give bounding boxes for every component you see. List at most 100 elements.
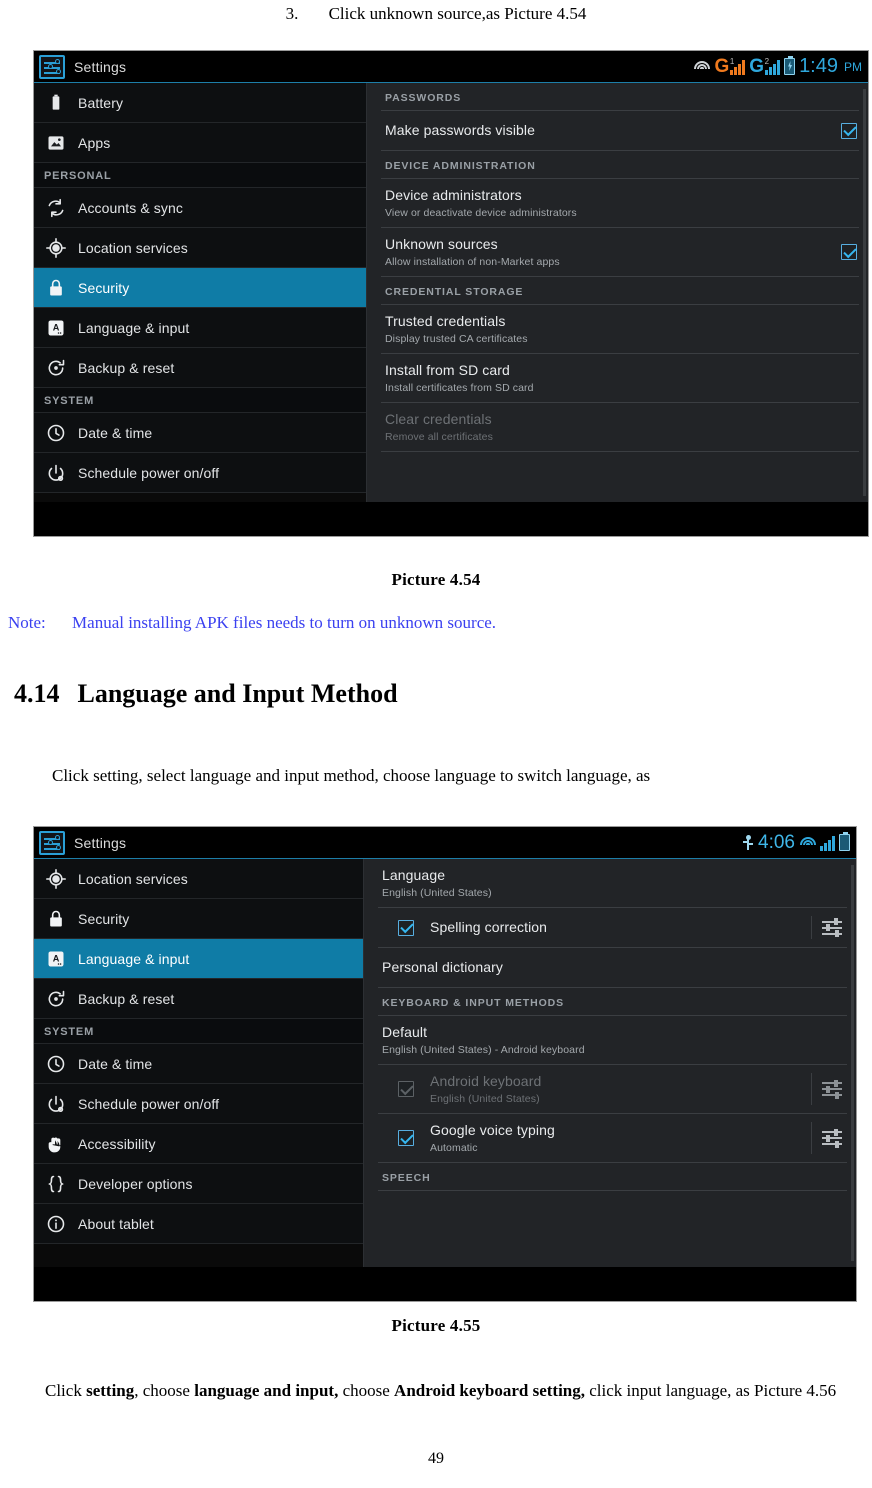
svg-text:A: A xyxy=(53,322,60,332)
wifi-icon xyxy=(799,836,816,850)
paragraph-language-intro: Click setting, select language and input… xyxy=(52,766,651,785)
language-icon: A xyxy=(44,948,68,970)
row-title: Default xyxy=(382,1024,428,1040)
android-status-bar-language: Settings 4:06 xyxy=(34,827,856,859)
row-install-from-sd-card[interactable]: Install from SD card Install certificates… xyxy=(381,354,859,403)
row-google-voice-typing[interactable]: Google voice typing Automatic xyxy=(378,1114,847,1163)
row-android-keyboard[interactable]: Android keyboard English (United States) xyxy=(378,1065,847,1114)
row-clear-credentials[interactable]: Clear credentials Remove all certificates xyxy=(381,403,859,452)
row-subtitle: Display trusted CA certificates xyxy=(385,333,528,345)
backup-icon xyxy=(44,988,68,1010)
settings-sidebar-security[interactable]: Battery Apps PERSONAL Accounts & sync Locati… xyxy=(34,83,367,502)
content-group-keyboard-input-methods: KEYBOARD & INPUT METHODS xyxy=(378,988,847,1016)
security-settings-content[interactable]: PASSWORDS Make passwords visible DEVICE AD… xyxy=(367,83,868,502)
screenshot-language-settings: Settings 4:06 Location services Security A… xyxy=(33,826,857,1302)
para2-part3: choose xyxy=(338,1381,395,1400)
sidebar-item-language-input[interactable]: A Language & input xyxy=(34,308,366,348)
android-navigation-bar[interactable] xyxy=(34,502,868,536)
sidebar-item-security[interactable]: Security xyxy=(34,899,363,939)
content-scrollbar[interactable] xyxy=(851,865,854,1261)
step-text: Click unknown source,as Picture 4.54 xyxy=(328,4,587,23)
row-texts: Android keyboard English (United States) xyxy=(430,1073,807,1105)
sidebar-item-location-services[interactable]: Location services xyxy=(34,859,363,899)
checkbox-on[interactable] xyxy=(841,244,857,260)
android-navigation-bar[interactable] xyxy=(34,1267,856,1301)
row-default[interactable]: Default English (United States) - Android… xyxy=(378,1016,847,1065)
usb-icon xyxy=(742,834,754,851)
sidebar-item-developer-options[interactable]: Developer options xyxy=(34,1164,363,1204)
battery-charging-icon xyxy=(784,56,796,75)
checkbox-on[interactable] xyxy=(398,919,414,936)
row-device-administrators[interactable]: Device administrators View or deactivate … xyxy=(381,179,859,228)
checkbox-on[interactable] xyxy=(398,1130,414,1146)
row-subtitle: English (United States) - Android keyboa… xyxy=(382,1044,585,1056)
row-title: Make passwords visible xyxy=(385,121,536,138)
sidebar-item-language-input[interactable]: A Language & input xyxy=(34,939,363,979)
sidebar-item-label: About tablet xyxy=(78,1215,154,1232)
note-label: Note: xyxy=(8,613,46,632)
row-title: Trusted credentials xyxy=(385,313,506,329)
content-group-device-administration: DEVICE ADMINISTRATION xyxy=(381,151,859,179)
row-personal-dictionary[interactable]: Personal dictionary xyxy=(378,948,847,988)
sidebar-item-security[interactable]: Security xyxy=(34,268,366,308)
signal-sup-2: 2 xyxy=(764,57,770,66)
sidebar-item-backup-reset[interactable]: Backup & reset xyxy=(34,979,363,1019)
settings-sliders-icon xyxy=(39,830,65,855)
sidebar-item-label: Battery xyxy=(78,94,124,111)
sidebar-item-accessibility[interactable]: Accessibility xyxy=(34,1124,363,1164)
content-group-speech: SPEECH xyxy=(378,1163,847,1191)
sidebar-item-location-services[interactable]: Location services xyxy=(34,228,366,268)
sidebar-item-date-time[interactable]: Date & time xyxy=(34,1044,363,1084)
settings-sidebar-language[interactable]: Location services Security A Language & inp… xyxy=(34,859,364,1267)
status-clock: 1:49 xyxy=(799,55,838,77)
clock-icon xyxy=(44,422,68,444)
para2-bold3: Android keyboard setting, xyxy=(394,1381,586,1400)
row-make-passwords-visible[interactable]: Make passwords visible xyxy=(381,111,859,151)
sidebar-item-label: Location services xyxy=(78,239,188,256)
sidebar-item-label: Security xyxy=(78,279,130,296)
para2-bold2: language and input, xyxy=(194,1381,339,1400)
row-subtitle: Allow installation of non-Market apps xyxy=(385,256,560,268)
sidebar-item-accounts-sync[interactable]: Accounts & sync xyxy=(34,188,366,228)
language-settings-content[interactable]: Language English (United States) Spelling … xyxy=(364,859,856,1267)
android-status-bar-security: Settings G 1 G 2 1:49 PM xyxy=(34,51,868,83)
sidebar-item-schedule-power-on-off[interactable]: Schedule power on/off xyxy=(34,453,366,493)
language-icon: A xyxy=(44,317,68,339)
power-icon xyxy=(44,1093,68,1115)
sidebar-item-battery[interactable]: Battery xyxy=(34,83,366,123)
row-texts: Trusted credentials Display trusted CA ce… xyxy=(385,313,857,345)
row-title: Clear credentials xyxy=(385,411,492,427)
row-subtitle: Automatic xyxy=(430,1142,478,1154)
row-language[interactable]: Language English (United States) xyxy=(378,859,847,908)
sidebar-item-date-time[interactable]: Date & time xyxy=(34,413,366,453)
sidebar-item-backup-reset[interactable]: Backup & reset xyxy=(34,348,366,388)
row-subtitle: Remove all certificates xyxy=(385,431,493,443)
checkbox-on[interactable] xyxy=(841,122,857,139)
input-settings-icon[interactable] xyxy=(822,918,842,937)
row-unknown-sources[interactable]: Unknown sources Allow installation of non… xyxy=(381,228,859,277)
sidebar-item-apps[interactable]: Apps xyxy=(34,123,366,163)
paragraph-keyboard-setting: Click setting, choose language and input… xyxy=(0,1375,872,1407)
signal-icon xyxy=(820,835,835,851)
sidebar-item-schedule-power-on-off[interactable]: Schedule power on/off xyxy=(34,1084,363,1124)
row-title: Personal dictionary xyxy=(382,958,503,975)
screenshot-security-settings: Settings G 1 G 2 1:49 PM Battery Apps PE… xyxy=(33,50,869,537)
row-spelling-correction[interactable]: Spelling correction xyxy=(378,908,847,948)
row-texts: Unknown sources Allow installation of non… xyxy=(385,236,841,268)
signal-letter-1: G xyxy=(714,56,730,77)
row-trusted-credentials[interactable]: Trusted credentials Display trusted CA ce… xyxy=(381,305,859,354)
input-settings-icon[interactable] xyxy=(822,1128,842,1148)
row-texts: Spelling correction xyxy=(430,919,807,937)
checkbox-off[interactable] xyxy=(398,1081,414,1097)
content-scrollbar[interactable] xyxy=(863,89,866,496)
sync-icon xyxy=(44,197,68,219)
row-divider xyxy=(811,1122,812,1154)
status-icons-group: 4:06 xyxy=(742,832,850,854)
input-settings-icon[interactable] xyxy=(822,1079,842,1099)
sidebar-item-about-tablet[interactable]: About tablet xyxy=(34,1204,363,1244)
figure-caption-455: Picture 4.55 xyxy=(391,1316,481,1335)
status-icons-group: G 1 G 2 1:49 PM xyxy=(694,55,862,78)
row-texts: Google voice typing Automatic xyxy=(430,1122,807,1154)
sidebar-item-label: Developer options xyxy=(78,1175,193,1192)
para2-bold1: setting xyxy=(86,1381,135,1400)
